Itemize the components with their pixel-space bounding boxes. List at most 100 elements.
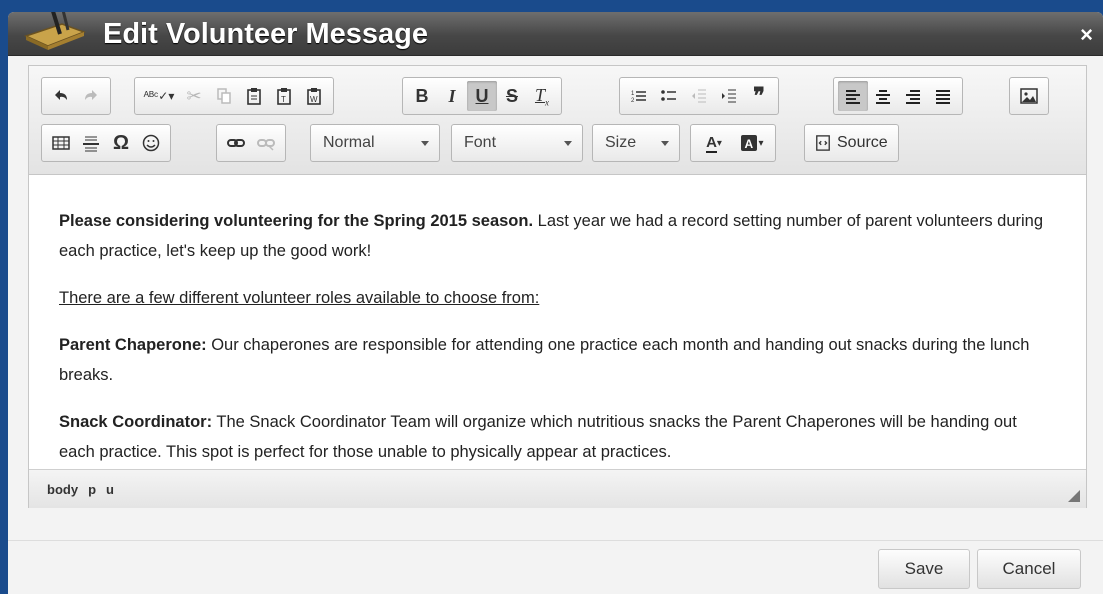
copy-icon	[217, 88, 231, 104]
align-right-icon	[906, 90, 920, 104]
rich-text-editor: ᴬᴮᶜ✓▾ ✂ T W B I U S Tx 1 2 ❞ Ω Normal Fo…	[28, 65, 1087, 508]
image-group	[1009, 77, 1049, 115]
background-color-button[interactable]: A ▾	[733, 128, 771, 158]
remove-format-button[interactable]: Tx	[527, 81, 557, 111]
paragraph-snack: Snack Coordinator: The Snack Coordinator…	[59, 407, 1056, 467]
snack-label: Snack Coordinator:	[59, 413, 213, 431]
cancel-button[interactable]: Cancel	[977, 549, 1081, 589]
source-icon	[816, 135, 830, 151]
format-select-value: Normal	[323, 134, 375, 151]
chevron-down-icon: ▾	[716, 137, 722, 149]
svg-text:W: W	[310, 95, 318, 104]
font-select-value: Font	[464, 134, 497, 151]
align-right-button[interactable]	[898, 81, 928, 111]
scissors-icon: ✂	[186, 85, 202, 106]
link-icon	[227, 139, 245, 147]
paste-text-button[interactable]: T	[269, 81, 299, 111]
quill-notepad-icon	[23, 12, 87, 50]
table-icon	[52, 136, 70, 150]
bold-button[interactable]: B	[407, 81, 437, 111]
source-group[interactable]: Source	[804, 124, 899, 162]
undo-icon	[55, 90, 67, 100]
italic-button[interactable]: I	[437, 81, 467, 111]
redo-icon	[85, 90, 97, 100]
horizontal-rule-icon	[83, 136, 99, 152]
quote-icon: ❞	[753, 83, 765, 108]
underline-button[interactable]: U	[467, 81, 497, 111]
align-center-button[interactable]	[868, 81, 898, 111]
path-item-u[interactable]: u	[106, 482, 114, 497]
strike-button[interactable]: S	[497, 81, 527, 111]
roles-heading-text: There are a few different volunteer role…	[59, 289, 540, 307]
path-item-p[interactable]: p	[88, 482, 96, 497]
chevron-down-icon	[661, 141, 669, 146]
insert-group: Ω	[41, 124, 171, 162]
source-button-label: Source	[837, 134, 888, 151]
unlink-icon	[257, 139, 275, 151]
chaperone-label: Parent Chaperone:	[59, 336, 207, 354]
bulleted-list-button[interactable]	[654, 81, 684, 111]
horizontal-rule-button[interactable]	[76, 128, 106, 158]
svg-text:2: 2	[631, 98, 635, 104]
editor-content[interactable]: Please considering volunteering for the …	[29, 176, 1086, 468]
svg-text:T: T	[281, 95, 286, 104]
outdent-button[interactable]	[684, 81, 714, 111]
paragraph-chaperone: Parent Chaperone: Our chaperones are res…	[59, 330, 1056, 390]
text-color-icon: A	[706, 134, 717, 153]
svg-text:1: 1	[631, 91, 635, 97]
numbered-list-button[interactable]: 12	[624, 81, 654, 111]
link-button[interactable]	[221, 128, 251, 158]
basic-styles-group: B I U S Tx	[402, 77, 562, 115]
chevron-down-icon	[564, 141, 572, 146]
element-path-bar: body p u	[29, 469, 1086, 508]
smiley-icon	[142, 134, 160, 152]
align-left-icon	[846, 90, 860, 104]
align-left-button[interactable]	[838, 81, 868, 111]
clipboard-group: ᴬᴮᶜ✓▾ ✂ T W	[134, 77, 334, 115]
smiley-button[interactable]	[136, 128, 166, 158]
dialog-titlebar[interactable]: Edit Volunteer Message ×	[8, 12, 1103, 56]
resize-handle-icon[interactable]	[1068, 490, 1080, 502]
spellcheck-icon: ᴬᴮᶜ✓▾	[143, 89, 175, 103]
paste-button[interactable]	[239, 81, 269, 111]
paragraph-intro: Please considering volunteering for the …	[59, 206, 1056, 266]
dialog-title: Edit Volunteer Message	[103, 18, 428, 50]
copy-button[interactable]	[209, 81, 239, 111]
svg-text:A: A	[745, 137, 754, 151]
size-select[interactable]: Size	[592, 124, 680, 162]
dialog-footer: Save Cancel	[8, 540, 1103, 594]
table-button[interactable]	[46, 128, 76, 158]
redo-button[interactable]	[76, 81, 106, 111]
text-color-label: A	[706, 133, 717, 151]
unlink-button[interactable]	[251, 128, 281, 158]
chevron-down-icon: ▾	[758, 137, 764, 149]
editor-toolbar: ᴬᴮᶜ✓▾ ✂ T W B I U S Tx 1 2 ❞ Ω Normal Fo…	[29, 66, 1086, 175]
image-button[interactable]	[1014, 81, 1044, 111]
indent-icon	[722, 89, 736, 103]
paste-text-icon: T	[277, 88, 291, 105]
underline-icon: U	[475, 85, 489, 106]
intro-bold-text: Please considering volunteering for the …	[59, 212, 534, 230]
undo-button[interactable]	[46, 81, 76, 111]
paste-word-button[interactable]: W	[299, 81, 329, 111]
clipboard-icon	[247, 88, 261, 105]
size-select-value: Size	[605, 134, 637, 151]
text-color-button[interactable]: A ▾	[695, 128, 733, 158]
align-group	[833, 77, 963, 115]
indent-button[interactable]	[714, 81, 744, 111]
font-select[interactable]: Font	[451, 124, 583, 162]
align-justify-icon	[936, 90, 950, 104]
align-center-icon	[876, 90, 890, 104]
format-select[interactable]: Normal	[310, 124, 440, 162]
close-button[interactable]: ×	[1080, 22, 1093, 48]
special-char-button[interactable]: Ω	[106, 128, 136, 158]
spellcheck-button[interactable]: ᴬᴮᶜ✓▾	[139, 81, 179, 111]
strikethrough-icon: S	[505, 85, 518, 106]
save-button[interactable]: Save	[878, 549, 970, 589]
justify-button[interactable]	[928, 81, 958, 111]
cut-button[interactable]: ✂	[179, 81, 209, 111]
path-item-body[interactable]: body	[47, 482, 78, 497]
bulleted-list-icon	[661, 90, 676, 101]
chevron-down-icon	[421, 141, 429, 146]
blockquote-button[interactable]: ❞	[744, 81, 774, 111]
